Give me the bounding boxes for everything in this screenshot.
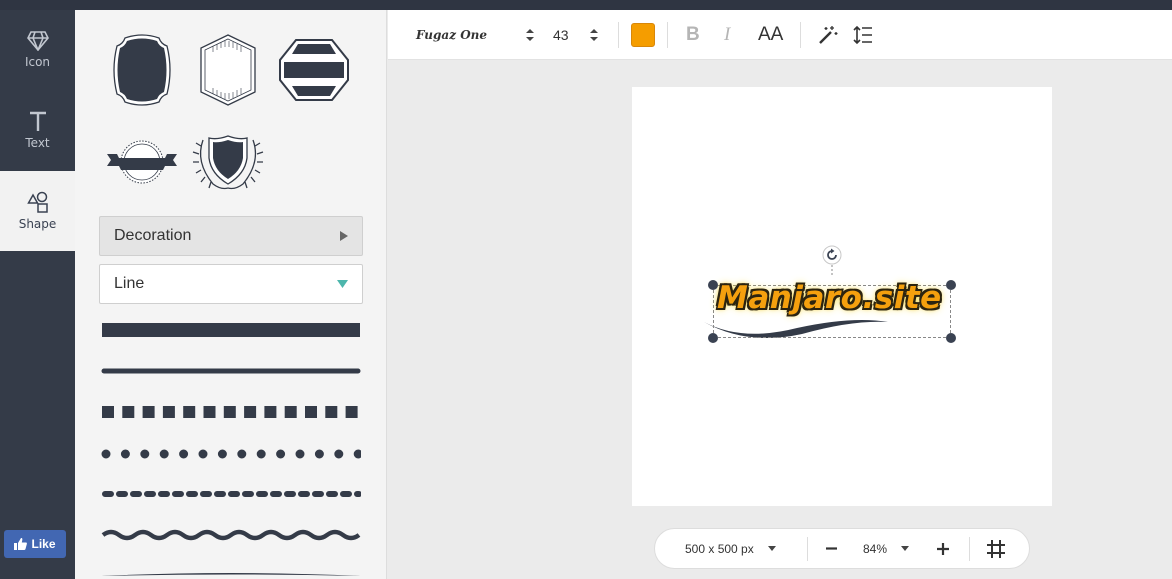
line-spacing-icon <box>853 25 872 45</box>
text-t-icon <box>29 111 46 131</box>
line-style-dashes[interactable] <box>101 489 361 499</box>
badge-ribbon-circle[interactable] <box>107 138 177 186</box>
bottom-divider <box>807 537 808 561</box>
toolbar-divider <box>667 22 668 48</box>
top-bar <box>0 0 1172 10</box>
line-style-wave[interactable] <box>101 528 361 542</box>
like-label: Like <box>31 537 56 551</box>
plus-icon <box>937 542 949 555</box>
canvas-text[interactable]: Manjaro.site <box>717 280 942 316</box>
rail-item-shape[interactable]: Shape <box>0 171 75 251</box>
minus-icon <box>826 547 837 550</box>
zoom-in-button[interactable] <box>937 529 949 568</box>
facebook-like-button[interactable]: Like <box>4 530 66 558</box>
caret-down-icon <box>767 546 776 551</box>
updown-arrows-icon <box>526 29 534 41</box>
bottom-divider <box>969 537 970 561</box>
shapes-icon <box>26 191 48 213</box>
text-case-label: AA <box>758 24 784 45</box>
canvas-controls: 500 x 500 px 84% <box>654 528 1030 569</box>
resize-handle[interactable] <box>708 333 718 343</box>
line-style-thick[interactable] <box>101 322 361 338</box>
text-case-button[interactable]: AA <box>758 10 783 60</box>
zoom-value: 84% <box>863 541 888 556</box>
toolbar-divider <box>800 22 801 48</box>
badge-frame-hexagon-lined[interactable] <box>199 34 257 106</box>
caret-down-icon <box>337 280 348 288</box>
thumbs-up-icon <box>14 538 28 550</box>
line-style-square-dots[interactable] <box>101 405 361 419</box>
decoration-dropdown-label: Decoration <box>114 227 192 244</box>
bold-button[interactable]: B <box>686 10 700 60</box>
rail-item-label: Icon <box>24 55 51 69</box>
font-size-value: 43 <box>553 27 569 43</box>
line-style-rounded[interactable] <box>101 366 361 376</box>
badge-frame-octagon-banner[interactable] <box>278 38 350 102</box>
shape-panel: Decoration Line <box>75 10 387 579</box>
rotate-handle[interactable] <box>822 245 842 275</box>
rail-item-text[interactable]: Text <box>0 90 75 170</box>
grid-toggle-button[interactable] <box>987 529 1005 568</box>
line-dropdown-label: Line <box>114 275 145 292</box>
badge-laurel-shield[interactable] <box>191 132 265 192</box>
decoration-dropdown[interactable]: Decoration <box>99 216 363 256</box>
text-effects-button[interactable] <box>818 10 838 60</box>
badge-frame-rounded[interactable] <box>111 34 173 106</box>
resize-handle[interactable] <box>708 280 718 290</box>
italic-label: I <box>724 24 731 45</box>
rail-item-label: Shape <box>18 217 57 231</box>
zoom-out-button[interactable] <box>826 529 837 568</box>
resize-handle[interactable] <box>946 333 956 343</box>
resize-handle[interactable] <box>946 280 956 290</box>
italic-button[interactable]: I <box>724 10 730 60</box>
magic-wand-icon <box>819 26 838 44</box>
font-size-stepper[interactable]: 43 <box>553 10 598 60</box>
rail-item-icon[interactable]: Icon <box>0 10 75 90</box>
text-color-button[interactable] <box>631 10 655 60</box>
line-spacing-button[interactable] <box>853 10 873 60</box>
canvas-size-select[interactable]: 500 x 500 px <box>685 529 776 568</box>
color-swatch <box>631 23 655 47</box>
left-rail: Icon Text Shape Like <box>0 10 75 579</box>
line-style-tapered[interactable] <box>101 570 361 578</box>
caret-down-icon <box>901 546 910 551</box>
text-toolbar: Fugaz One 43 B I AA <box>388 10 1172 60</box>
font-family-select[interactable]: Fugaz One <box>416 10 534 60</box>
canvas-size-value: 500 x 500 px <box>685 541 754 556</box>
zoom-select[interactable]: 84% <box>863 529 910 568</box>
rail-item-label: Text <box>25 136 50 150</box>
bold-label: B <box>686 24 700 45</box>
updown-arrows-icon <box>590 29 598 41</box>
toolbar-divider <box>618 22 619 48</box>
grid-icon <box>987 539 1005 558</box>
line-style-round-dots[interactable] <box>101 448 361 460</box>
diamond-icon <box>26 31 49 51</box>
font-family-value: Fugaz One <box>416 28 488 42</box>
caret-right-icon <box>340 231 348 241</box>
line-dropdown[interactable]: Line <box>99 264 363 304</box>
